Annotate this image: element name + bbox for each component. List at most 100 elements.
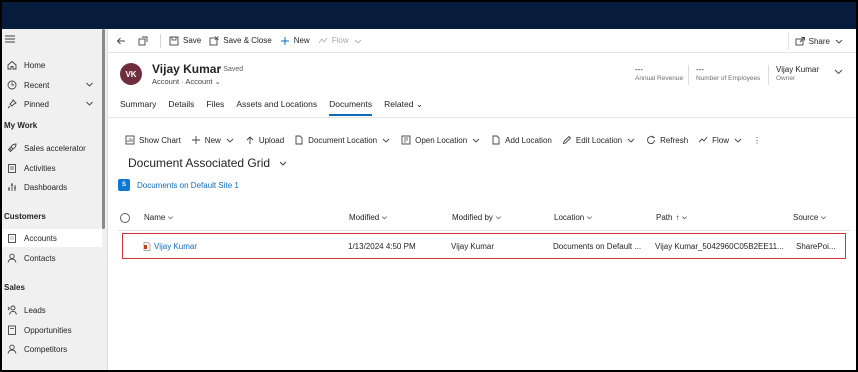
document-name-link[interactable]: Vijay Kumar [143, 242, 197, 251]
field-label: Owner [776, 75, 796, 82]
sidebar-item-opportunities[interactable]: Opportunities [2, 321, 102, 339]
tab-related[interactable]: Related ⌄ [384, 99, 429, 116]
chevron-down-icon[interactable] [85, 80, 94, 89]
grid-new-button[interactable]: New [186, 131, 240, 149]
open-location-icon [401, 135, 411, 145]
tab-assets-and-locations[interactable]: Assets and Locations [236, 99, 323, 116]
expand-header-chevron-icon[interactable] [834, 67, 843, 76]
pin-icon [6, 98, 18, 110]
separator [768, 65, 769, 85]
column-header-modified[interactable]: Modified [349, 213, 388, 222]
flow-icon [318, 37, 328, 43]
hamburger-icon[interactable] [5, 35, 15, 43]
chevron-down-icon [495, 216, 501, 220]
tab-summary[interactable]: Summary [120, 99, 162, 116]
document-location-link[interactable]: S Documents on Default Site 1 [118, 179, 239, 191]
cell-path: Vijay Kumar_5042960C05B2EE11... [655, 242, 784, 251]
phone-person-icon [6, 304, 18, 316]
tab-documents[interactable]: Documents [329, 99, 378, 116]
rocket-icon [6, 142, 18, 154]
clipboard-icon [6, 162, 18, 174]
share-icon [795, 37, 805, 46]
flow-label: Flow [331, 36, 349, 45]
column-header-modified-by[interactable]: Modified by [452, 213, 502, 222]
sidebar-item-home[interactable]: Home [2, 56, 102, 74]
header-field-owner[interactable]: Vijay Kumar Owner [776, 65, 819, 82]
form-name: Account [185, 77, 213, 86]
tabs-divider [108, 117, 856, 118]
sidebar-item-dashboards[interactable]: Dashboards [2, 178, 102, 196]
sidebar-item-label: Activities [24, 163, 56, 173]
column-header-location[interactable]: Location [554, 213, 593, 222]
new-button[interactable]: New [276, 32, 314, 50]
sidebar-item-leads[interactable]: Leads [2, 301, 102, 319]
document-location-icon [295, 135, 303, 145]
sidebar-item-contacts[interactable]: Contacts [2, 249, 102, 267]
sidebar-item-label: Pinned [24, 99, 49, 109]
column-header-source[interactable]: Source [793, 213, 827, 222]
plus-icon [280, 36, 289, 45]
entity-name: Account [152, 77, 180, 86]
select-all-radio[interactable] [120, 213, 130, 223]
top-navigation-bar [2, 2, 856, 29]
add-location-button[interactable]: Add Location [486, 131, 557, 149]
person-icon [6, 343, 18, 355]
column-label: Modified by [452, 213, 493, 222]
edit-icon [562, 135, 571, 145]
table-row[interactable]: Vijay Kumar 1/13/2024 4:50 PM Vijay Kuma… [122, 233, 846, 259]
record-entity-type[interactable]: Account · Account ⌄ [152, 77, 221, 86]
column-header-path[interactable]: Path ↑ [656, 213, 688, 222]
sidebar-item-pinned[interactable]: Pinned [2, 95, 102, 113]
upload-button[interactable]: Upload [240, 131, 289, 149]
more-vertical-icon: ⋮ [753, 135, 762, 145]
field-value: --- [635, 65, 643, 74]
column-header-name[interactable]: Name [144, 213, 174, 222]
refresh-icon [647, 135, 656, 144]
sidebar-item-activities[interactable]: Activities [2, 159, 102, 177]
flow-icon [698, 136, 708, 143]
show-chart-button[interactable]: Show Chart [120, 131, 186, 149]
chevron-down-icon [472, 138, 480, 143]
chevron-down-icon [382, 138, 390, 143]
share-button[interactable]: Share [787, 32, 850, 50]
sidebar-item-competitors[interactable]: Competitors [2, 340, 102, 358]
edit-location-button[interactable]: Edit Location [557, 131, 641, 149]
new-label: New [293, 36, 310, 45]
save-status: - Saved [219, 66, 244, 73]
section-title-sales: Sales [4, 283, 25, 292]
grid-view-selector[interactable]: Document Associated Grid [128, 156, 288, 170]
sidebar-item-recent[interactable]: Recent [2, 76, 102, 94]
avatar: VK [120, 63, 142, 85]
sidebar-scrollbar[interactable] [102, 29, 105, 229]
back-button[interactable] [108, 32, 134, 50]
command-label: Show Chart [139, 135, 181, 145]
open-location-button[interactable]: Open Location [396, 131, 486, 149]
chevron-down-icon[interactable] [85, 99, 94, 108]
save-button[interactable]: Save [165, 32, 205, 50]
header-field-annual-revenue: --- Annual Revenue [635, 65, 683, 82]
more-commands-button[interactable]: ⋮ [748, 131, 766, 149]
save-and-close-button[interactable]: Save & Close [205, 32, 275, 50]
chevron-down-icon [821, 216, 827, 220]
tab-details[interactable]: Details [168, 99, 200, 116]
upload-icon [246, 136, 254, 144]
document-location-button[interactable]: Document Location [289, 131, 396, 149]
sidebar-item-label: Recent [24, 80, 50, 90]
flow-button[interactable]: Flow [314, 32, 367, 50]
chevron-down-icon: ⌄ [214, 77, 221, 86]
open-in-new-window-button[interactable] [134, 32, 156, 50]
sidebar-item-label: Home [24, 60, 46, 70]
sidebar-item-accounts[interactable]: Accounts [2, 229, 102, 247]
share-label: Share [808, 36, 830, 46]
tab-files[interactable]: Files [206, 99, 230, 116]
grid-flow-button[interactable]: Flow [693, 131, 748, 149]
chevron-down-icon: ⌄ [415, 99, 423, 109]
save-icon [169, 36, 179, 45]
owner-link[interactable]: Vijay Kumar [776, 65, 819, 74]
document-icon [6, 324, 18, 336]
refresh-button[interactable]: Refresh [641, 131, 693, 149]
command-label: Refresh [660, 135, 689, 145]
sidebar-item-sales-accelerator[interactable]: Sales accelerator [2, 139, 102, 157]
grid-command-bar: Show Chart New Upload Document Location … [120, 131, 766, 149]
building-icon [6, 232, 18, 244]
